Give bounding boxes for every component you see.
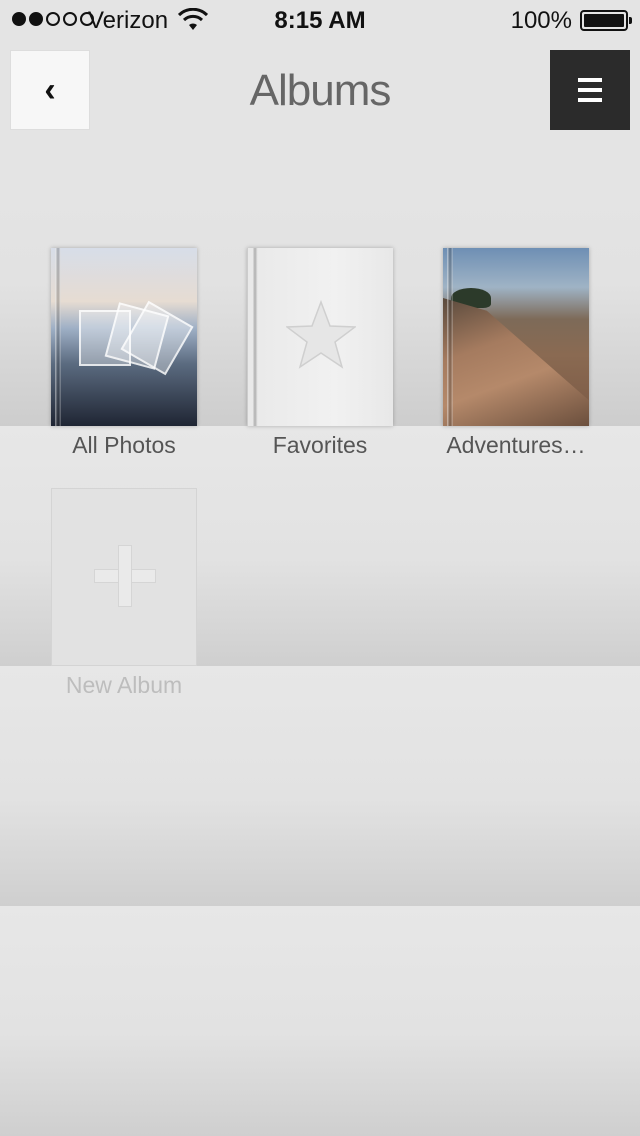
hamburger-menu-icon xyxy=(578,78,602,82)
album-cover xyxy=(247,248,393,426)
battery-icon xyxy=(580,10,632,31)
album-cover xyxy=(51,248,197,426)
shelf xyxy=(0,666,640,906)
battery-percentage: 100% xyxy=(510,7,572,34)
album-cover xyxy=(51,488,197,666)
album-label: Favorites xyxy=(272,432,368,458)
star-icon xyxy=(286,300,356,369)
photos-icon xyxy=(79,310,131,366)
page-title: Albums xyxy=(249,66,392,115)
album-label: All Photos xyxy=(72,432,176,458)
status-bar: Verizon 8:15 AM 100% xyxy=(0,0,640,40)
album-label: Adventures… xyxy=(446,432,586,458)
album-cover xyxy=(443,248,589,426)
album-label: New Album xyxy=(65,672,183,698)
menu-button[interactable] xyxy=(550,50,630,130)
shelf xyxy=(0,906,640,1136)
